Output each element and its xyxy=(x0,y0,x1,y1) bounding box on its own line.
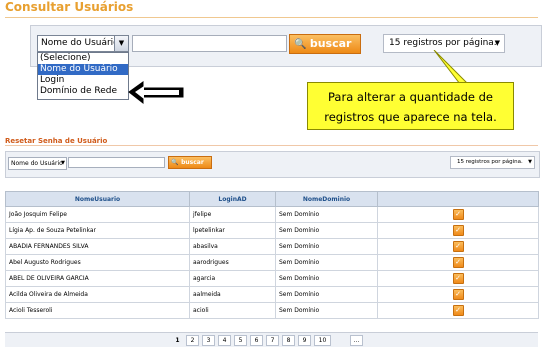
cell-action: ✓ xyxy=(377,270,539,287)
callout-note: Para alterar a quantidade de registros q… xyxy=(307,82,514,130)
page-link[interactable]: 3 xyxy=(202,335,215,346)
edit-checkbox-icon[interactable]: ✓ xyxy=(452,305,464,316)
table-row: Abel Augusto Rodrigues aarodrigues Sem D… xyxy=(5,254,539,271)
cell-action: ✓ xyxy=(377,206,539,223)
edit-checkbox-icon[interactable]: ✓ xyxy=(452,257,464,268)
table-row: ABEL DE OLIVEIRA GARCIA agarcia Sem Domí… xyxy=(5,270,539,287)
section-divider xyxy=(5,145,538,146)
cell-dominio: Sem Domínio xyxy=(275,238,378,255)
search-button[interactable]: 🔍 buscar xyxy=(289,34,361,54)
filter-field-select[interactable]: Nome do Usuário ▼ xyxy=(8,157,67,170)
search-field-dropdown: (Selecione) Nome do Usuário Login Domíni… xyxy=(37,52,129,100)
cell-dominio: Sem Domínio xyxy=(275,222,378,239)
chevron-down-icon: ▼ xyxy=(528,159,532,165)
cell-login: aalmeida xyxy=(189,286,276,303)
callout-line-1: Para alterar a quantidade de xyxy=(328,90,493,104)
cell-action: ✓ xyxy=(377,302,539,319)
cell-login: jfelipe xyxy=(189,206,276,223)
page-link[interactable]: 7 xyxy=(266,335,279,346)
column-header-nome[interactable]: NomeUsuario xyxy=(5,191,190,207)
cell-action: ✓ xyxy=(377,286,539,303)
cell-action: ✓ xyxy=(377,238,539,255)
cell-login: lpetelinkar xyxy=(189,222,276,239)
records-per-page-select-small[interactable]: 15 registros por página. ▼ xyxy=(450,156,535,169)
dropdown-option[interactable]: (Selecione) xyxy=(38,53,128,64)
cell-dominio: Sem Domínio xyxy=(275,254,378,271)
dropdown-option-selected[interactable]: Nome do Usuário xyxy=(38,64,128,75)
filter-input[interactable] xyxy=(68,157,165,168)
cell-dominio: Sem Domínio xyxy=(275,286,378,303)
cell-nome: Acioli Tesseroli xyxy=(5,302,190,319)
table-row: Lígia Ap. de Souza Petelinkar lpetelinka… xyxy=(5,222,539,239)
magnifier-icon: 🔍 xyxy=(171,159,179,166)
cell-login: agarcia xyxy=(189,270,276,287)
search-button-label: buscar xyxy=(309,37,352,50)
table-row: Acilda Oliveira de Almeida aalmeida Sem … xyxy=(5,286,539,303)
black-arrow-icon xyxy=(128,81,184,105)
chevron-down-icon: ▼ xyxy=(61,160,65,166)
records-per-page-small-value: 15 registros por página. xyxy=(457,159,523,165)
filter-search-button[interactable]: 🔍 buscar xyxy=(168,156,212,169)
page-link[interactable]: 9 xyxy=(298,335,311,346)
page-title: Consultar Usuários xyxy=(5,0,134,14)
cell-nome: ABEL DE OLIVEIRA GARCIA xyxy=(5,270,190,287)
magnifier-icon: 🔍 xyxy=(294,39,307,50)
chevron-down-icon: ▼ xyxy=(494,39,500,47)
cell-dominio: Sem Domínio xyxy=(275,270,378,287)
cell-action: ✓ xyxy=(377,254,539,271)
filter-field-value: Nome do Usuário xyxy=(11,160,63,167)
callout-pointer xyxy=(433,50,470,85)
table-header-row: NomeUsuario LoginAD NomeDominio xyxy=(5,191,539,207)
table-row: João Josquim Felipe jfelipe Sem Domínio … xyxy=(5,206,539,223)
pagination: 1 2 3 4 5 6 7 8 9 10 ... xyxy=(5,332,538,347)
page-link[interactable]: 6 xyxy=(250,335,263,346)
search-input[interactable] xyxy=(132,35,287,52)
cell-nome: Acilda Oliveira de Almeida xyxy=(5,286,190,303)
page-link[interactable]: 8 xyxy=(282,335,295,346)
page-link[interactable]: 5 xyxy=(234,335,247,346)
cell-nome: Lígia Ap. de Souza Petelinkar xyxy=(5,222,190,239)
cell-dominio: Sem Domínio xyxy=(275,206,378,223)
users-table: NomeUsuario LoginAD NomeDominio João Jos… xyxy=(5,191,539,319)
dropdown-option[interactable]: Domínio de Rede xyxy=(38,86,128,97)
edit-checkbox-icon[interactable]: ✓ xyxy=(452,209,464,220)
edit-checkbox-icon[interactable]: ✓ xyxy=(452,273,464,284)
cell-login: abasilva xyxy=(189,238,276,255)
page-link[interactable]: 10 xyxy=(314,335,331,346)
filter-search-label: buscar xyxy=(181,159,204,166)
edit-checkbox-icon[interactable]: ✓ xyxy=(452,225,464,236)
column-header-dominio[interactable]: NomeDominio xyxy=(275,191,378,207)
page-link-current: 1 xyxy=(175,337,180,344)
table-row: ABADIA FERNANDES SILVA abasilva Sem Domí… xyxy=(5,238,539,255)
column-header-login[interactable]: LoginAD xyxy=(189,191,276,207)
page-link-more[interactable]: ... xyxy=(350,335,363,346)
chevron-down-icon[interactable]: ▼ xyxy=(114,36,128,51)
callout-line-2: registros que aparece na tela. xyxy=(324,110,497,124)
cell-nome: Abel Augusto Rodrigues xyxy=(5,254,190,271)
page-link[interactable]: 4 xyxy=(218,335,231,346)
cell-dominio: Sem Domínio xyxy=(275,302,378,319)
search-field-select[interactable]: Nome do Usuário ▼ xyxy=(37,35,129,52)
cell-login: acioli xyxy=(189,302,276,319)
records-per-page-value: 15 registros por página. xyxy=(389,38,497,48)
column-header-actions xyxy=(377,191,539,207)
table-row: Acioli Tesseroli acioli Sem Domínio ✓ xyxy=(5,302,539,319)
dropdown-option[interactable]: Login xyxy=(38,75,128,86)
cell-nome: João Josquim Felipe xyxy=(5,206,190,223)
section-title: Resetar Senha de Usuário xyxy=(5,137,108,145)
page-link[interactable]: 2 xyxy=(186,335,199,346)
cell-nome: ABADIA FERNANDES SILVA xyxy=(5,238,190,255)
search-field-select-value: Nome do Usuário xyxy=(41,38,119,48)
cell-login: aarodrigues xyxy=(189,254,276,271)
cell-action: ✓ xyxy=(377,222,539,239)
title-divider xyxy=(5,17,538,18)
edit-checkbox-icon[interactable]: ✓ xyxy=(452,241,464,252)
edit-checkbox-icon[interactable]: ✓ xyxy=(452,289,464,300)
